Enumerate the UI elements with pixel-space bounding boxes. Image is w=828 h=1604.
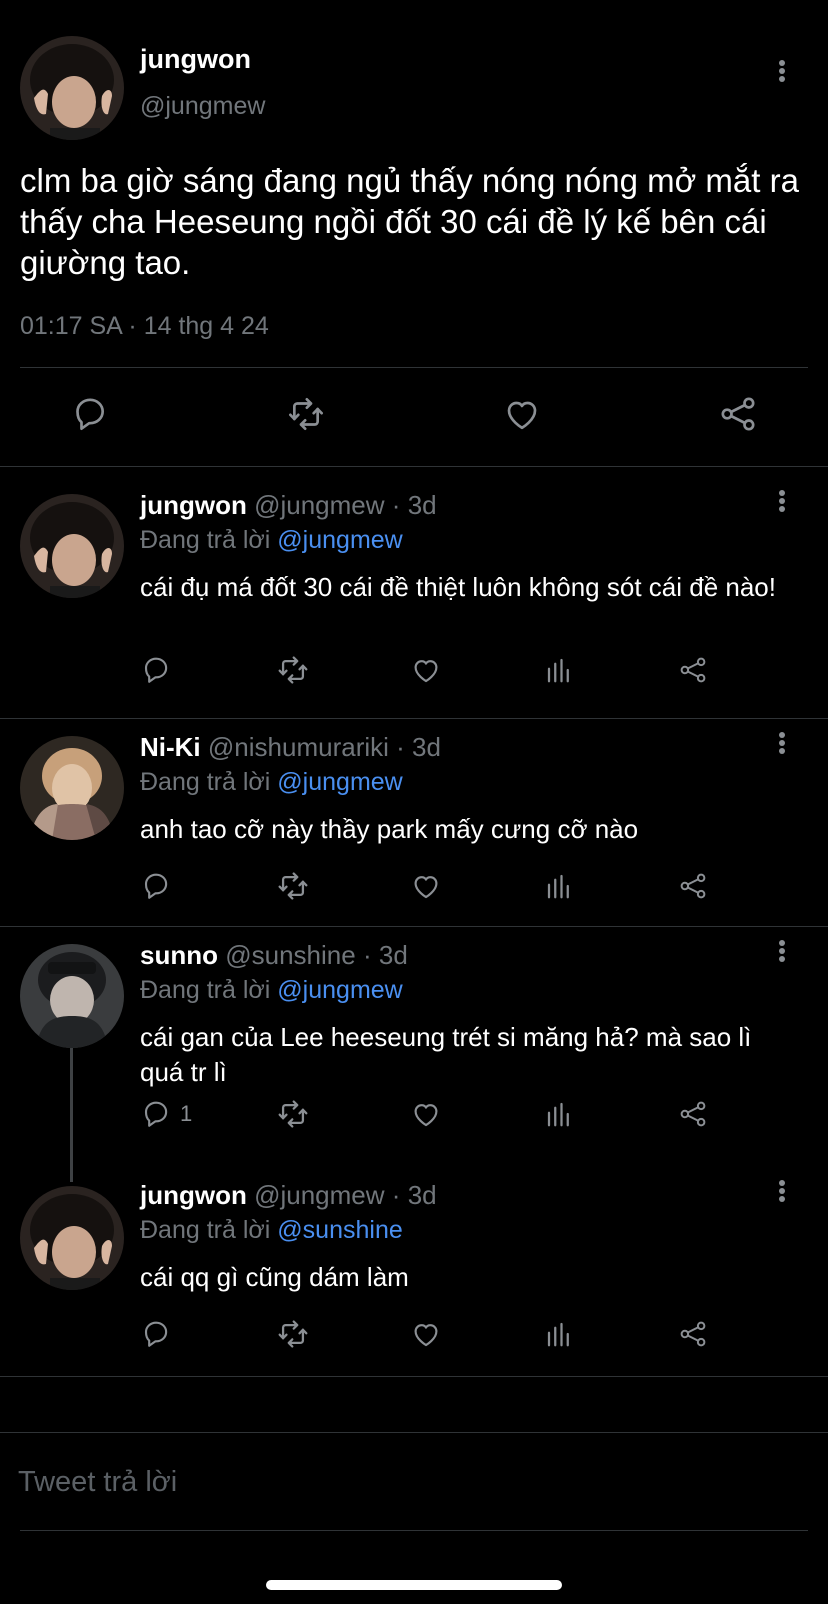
separator-dot: · [362, 940, 372, 970]
mention-link[interactable]: @jungmew [277, 526, 402, 554]
reply-icon[interactable] [66, 390, 114, 438]
replying-prefix: Đang trả lời [140, 526, 271, 554]
reply-icon[interactable] [140, 866, 180, 906]
avatar[interactable] [20, 944, 124, 1048]
mention-link[interactable]: @sunshine [277, 1216, 402, 1244]
like-icon[interactable] [410, 650, 442, 690]
author-handle[interactable]: @nishumurariki [208, 732, 389, 762]
replying-to: Đang trả lời @jungmew [140, 976, 403, 1005]
reply-time: 3d [407, 1180, 437, 1210]
reply-icon[interactable] [140, 650, 180, 690]
retweet-icon[interactable] [276, 650, 310, 690]
reply-icon[interactable] [140, 1314, 180, 1354]
mention-link[interactable]: @jungmew [277, 768, 402, 796]
reply-text: cái đụ má đốt 30 cái đề thiệt luôn không… [140, 572, 776, 602]
replying-to: Đang trả lời @jungmew [140, 526, 403, 555]
share-icon[interactable] [678, 1094, 708, 1134]
avatar[interactable] [20, 494, 124, 598]
like-icon[interactable] [498, 390, 546, 438]
reply-actions [140, 866, 740, 906]
mention-link[interactable]: @jungmew [277, 976, 402, 1004]
author-handle[interactable]: @jungmew [254, 1180, 384, 1210]
reply-actions [140, 650, 740, 690]
replying-to: Đang trả lời @sunshine [140, 1216, 403, 1245]
author-name[interactable]: jungwon [140, 1180, 247, 1210]
reply-tweet[interactable]: jungwon @jungmew · 3d Đang trả lời @jung… [0, 466, 828, 718]
divider [0, 1376, 828, 1377]
replying-prefix: Đang trả lời [140, 976, 271, 1004]
reply-header: jungwon @jungmew · 3d [140, 1180, 437, 1211]
separator-dot: · [396, 732, 405, 762]
avatar[interactable] [20, 736, 124, 840]
replying-prefix: Đang trả lời [140, 1216, 271, 1244]
author-name[interactable]: sunno [140, 940, 218, 970]
home-indicator[interactable] [266, 1580, 562, 1590]
reply-composer [0, 1432, 828, 1532]
retweet-icon[interactable] [282, 390, 330, 438]
more-options-icon[interactable] [770, 486, 794, 516]
views-icon[interactable] [544, 1314, 574, 1354]
reply-time: 3d [412, 732, 441, 762]
like-icon[interactable] [410, 866, 442, 906]
share-icon[interactable] [678, 650, 708, 690]
reply-header: Ni-Ki @nishumurariki · 3d [140, 732, 441, 763]
reply-icon[interactable]: 1 [140, 1094, 192, 1134]
avatar[interactable] [20, 36, 124, 140]
share-icon[interactable] [678, 866, 708, 906]
retweet-icon[interactable] [276, 1094, 310, 1134]
share-icon[interactable] [714, 390, 762, 438]
reply-header: jungwon @jungmew · 3d [140, 490, 437, 521]
replying-prefix: Đang trả lời [140, 768, 271, 796]
author-name[interactable]: jungwon [140, 44, 251, 75]
separator-dot: · [391, 490, 401, 520]
tweet-timestamp: 01:17 SA · 14 thg 4 24 [20, 312, 269, 340]
reply-text: cái qq gì cũng dám làm [140, 1262, 409, 1292]
reply-count: 1 [180, 1101, 193, 1126]
author-handle[interactable]: @jungmew [254, 490, 384, 520]
reply-text: cái gan của Lee heeseung trét si măng hả… [140, 1022, 752, 1087]
author-name[interactable]: Ni-Ki [140, 732, 201, 762]
reply-tweet[interactable]: sunno @sunshine · 3d Đang trả lời @jungm… [0, 926, 828, 1166]
reply-input[interactable] [18, 1462, 808, 1502]
share-icon[interactable] [678, 1314, 708, 1354]
reply-text: anh tao cỡ này thầy park mấy cưng cỡ nào [140, 814, 639, 844]
divider [20, 367, 808, 368]
views-icon[interactable] [544, 866, 574, 906]
reply-time: 3d [378, 940, 408, 970]
tweet-actions [0, 390, 828, 446]
main-tweet: jungwon @jungmew clm ba giờ sáng đang ng… [0, 0, 828, 466]
retweet-icon[interactable] [276, 866, 310, 906]
replying-to: Đang trả lời @jungmew [140, 768, 403, 797]
more-options-icon[interactable] [770, 936, 794, 966]
divider [20, 1530, 808, 1531]
avatar[interactable] [20, 1186, 124, 1290]
author-handle[interactable]: @sunshine [225, 940, 355, 970]
tweet-text: clm ba giờ sáng đang ngủ thấy nóng nóng … [20, 162, 799, 281]
reply-header: sunno @sunshine · 3d [140, 940, 408, 971]
reply-actions [140, 1314, 740, 1354]
views-icon[interactable] [544, 650, 574, 690]
like-icon[interactable] [410, 1314, 442, 1354]
author-handle[interactable]: @jungmew [140, 92, 265, 121]
like-icon[interactable] [410, 1094, 442, 1134]
views-icon[interactable] [544, 1094, 574, 1134]
more-options-icon[interactable] [770, 728, 794, 758]
reply-tweet[interactable]: Ni-Ki @nishumurariki · 3d Đang trả lời @… [0, 718, 828, 926]
reply-tweet[interactable]: jungwon @jungmew · 3d Đang trả lời @suns… [0, 1166, 828, 1376]
more-options-icon[interactable] [770, 1176, 794, 1206]
reply-time: 3d [407, 490, 437, 520]
retweet-icon[interactable] [276, 1314, 310, 1354]
reply-actions: 1 [140, 1094, 740, 1134]
separator-dot: · [391, 1180, 401, 1210]
more-options-icon[interactable] [770, 56, 794, 86]
author-name[interactable]: jungwon [140, 490, 247, 520]
